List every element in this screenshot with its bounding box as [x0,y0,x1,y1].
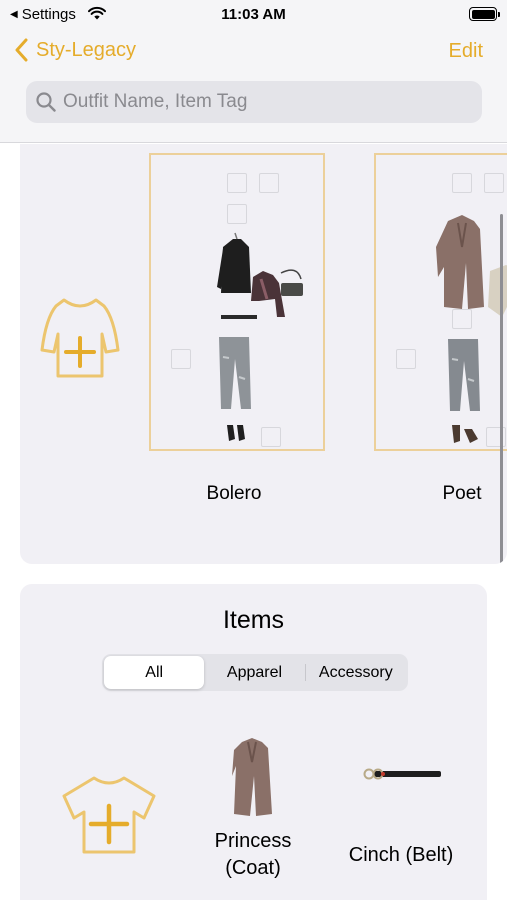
empty-slot [484,173,504,193]
coat-image [232,738,272,816]
add-item-icon[interactable] [60,774,158,856]
segment-accessory[interactable]: Accessory [306,656,406,689]
segment-all[interactable]: All [104,656,205,689]
item-cinch-belt[interactable] [356,766,446,782]
item-label-line1: Cinch (Belt) [348,844,454,866]
empty-slot [227,173,247,193]
back-button[interactable]: Sty-Legacy [14,38,136,62]
status-time: 11:03 AM [221,6,286,23]
items-panel: Items All Apparel Accessory Princess (Co… [20,584,487,900]
add-outfit-icon[interactable] [38,294,122,380]
item-princess-coat[interactable] [208,736,298,818]
empty-slot [227,204,247,224]
navigation-bar: Sty-Legacy Edit [0,28,507,143]
outfit-card-bolero[interactable] [149,153,325,451]
search-input[interactable] [63,91,463,113]
outfit-items-image [436,215,507,443]
segment-apparel[interactable]: Apparel [204,656,304,689]
empty-slot [452,173,472,193]
outfits-panel: Bolero Poet [20,144,507,564]
edit-button[interactable]: Edit [449,40,483,63]
empty-slot [171,349,191,369]
battery-icon [469,7,500,21]
status-bar: ◀ Settings 11:03 AM [0,0,507,28]
item-label: Princess (Coat) [188,828,318,882]
item-label: Cinch (Belt) [336,842,466,869]
outfit-card-poet[interactable] [374,153,507,451]
outfit-name: Bolero [206,483,262,504]
chevron-left-icon [15,38,28,62]
outfit-items-image [217,232,303,441]
back-button-label: Sty-Legacy [36,38,137,61]
search-icon [36,92,56,112]
search-bar[interactable] [26,81,482,123]
scrollbar[interactable] [500,214,503,564]
empty-slot [259,173,279,193]
item-label-line2: (Coat) [225,857,281,879]
item-category-segmented-control[interactable]: All Apparel Accessory [102,654,408,691]
belt-image [363,768,441,780]
empty-slot [396,349,416,369]
outfit-name: Poet [442,483,482,504]
items-title: Items [222,606,285,634]
item-label-line1: Princess [214,830,292,852]
